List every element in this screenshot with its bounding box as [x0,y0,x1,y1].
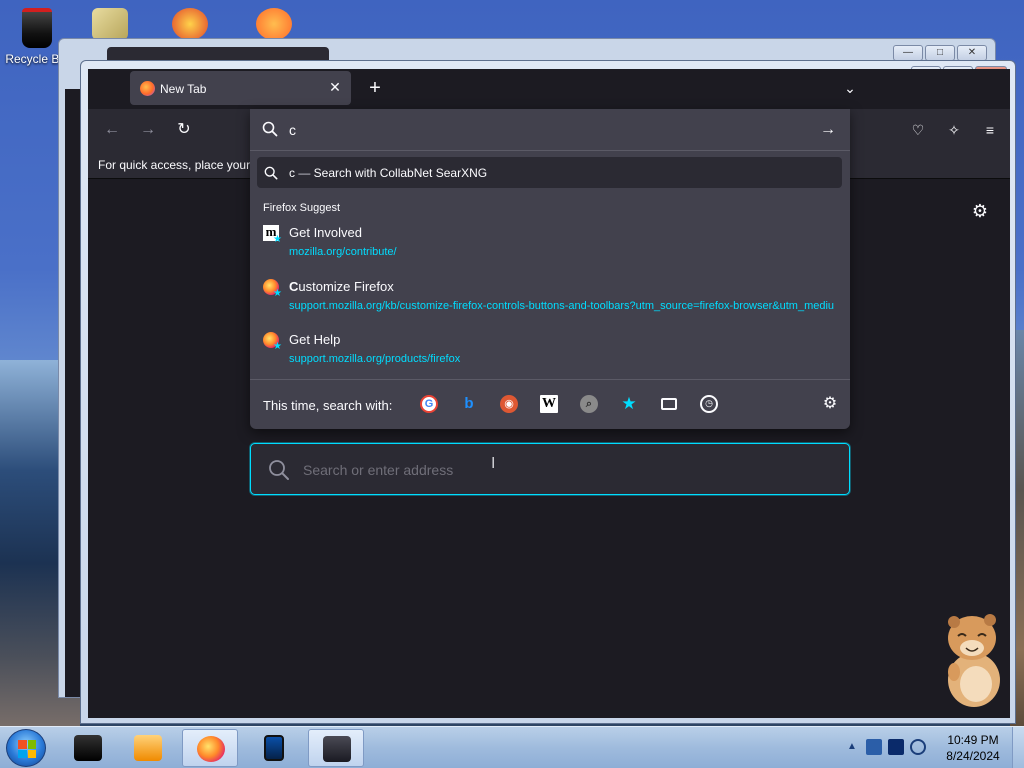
search-icon [264,166,278,180]
tray-network-icon[interactable] [910,739,926,755]
taskbar-app-terminal[interactable] [60,729,116,767]
browser-content: ← → ↻ ♡ ✧ ≡ For quick access, place your… [88,109,1010,718]
taskbar-app-media-player[interactable] [120,729,176,767]
go-arrow-icon[interactable]: → [816,118,840,142]
bookmark-star-icon: ★ [273,288,282,299]
close-button[interactable]: ✕ [957,45,987,61]
extensions-icon[interactable]: ✧ [942,118,966,142]
minimize-button[interactable]: — [893,45,923,61]
urlbar-input[interactable]: c → [250,109,850,151]
text-cursor-icon: I [491,455,496,472]
tabs-icon[interactable] [661,398,677,410]
bing-icon[interactable]: b [460,395,478,413]
search-icon [262,121,278,137]
bookmark-star-icon: ★ [273,234,282,245]
search-icon [269,460,289,480]
suggestion-row[interactable]: ★ Customize Firefox support.mozilla.org/… [257,271,842,321]
suggestion-title: Get Help [289,332,341,347]
google-icon[interactable]: G [420,395,438,413]
hamburger-menu-icon[interactable]: ≡ [978,118,1002,142]
firefox-suggest-label: Firefox Suggest [263,202,341,214]
bookmarks-icon[interactable]: ★ [620,395,638,413]
taskbar-app-device[interactable] [246,729,302,767]
suggestion-url: mozilla.org/contribute/ [289,246,397,258]
taskbar: ▲ 10:49 PM 8/24/2024 [0,726,1024,768]
heuristic-action: Search with CollabNet SearXNG [313,166,488,180]
heuristic-search-result[interactable]: c — Search with CollabNet SearXNG [257,157,842,188]
device-icon [264,735,284,761]
taskbar-app-window[interactable] [308,729,364,767]
tray-monitor-icon[interactable] [888,739,904,755]
clock-date: 8/24/2024 [946,749,1000,763]
list-all-tabs-button[interactable]: ⌄ [838,76,862,100]
hamster-sticker-image [948,614,1000,707]
suggestion-row[interactable]: ★ Get Help support.mozilla.org/products/… [257,324,842,374]
urlbar-typed-value: c [289,122,296,138]
one-off-search-label: This time, search with: [263,398,393,413]
suggestion-url: support.mozilla.org/products/firefox [289,353,461,365]
reload-button[interactable]: ↻ [172,118,196,142]
new-tab-button[interactable]: + [363,76,387,100]
suggestion-title: Customize Firefox [289,279,394,294]
tab-title: New Tab [160,82,207,96]
heuristic-dash: — [295,166,314,180]
suggestion-title: Get Involved [289,225,362,240]
tab-close-icon[interactable]: ✕ [327,79,343,95]
newtab-search-input[interactable]: Search or enter address I [250,443,850,495]
search-settings-gear-icon[interactable]: ⚙ [820,394,840,414]
background-window-controls: — □ ✕ [893,45,987,61]
pocket-icon[interactable]: ♡ [906,118,930,142]
window-app-icon [323,736,351,762]
media-player-icon [134,735,162,761]
show-desktop-button[interactable] [1012,727,1024,768]
desktop-shortcut-icon[interactable] [172,8,208,40]
desktop-shortcut-icon[interactable] [92,8,128,40]
terminal-icon [74,735,102,761]
searxng-icon[interactable]: ⌕ [580,395,598,413]
wikipedia-icon[interactable]: W [540,395,558,413]
one-off-search-bar: This time, search with: G b ◉ W ⌕ ★ ◷ ⚙ [250,379,850,429]
heuristic-result-text: c — Search with CollabNet SearXNG [289,166,487,180]
desktop-shortcut-icon[interactable] [256,8,292,40]
forward-button[interactable]: → [136,118,160,142]
back-button[interactable]: ← [100,118,124,142]
clock-time: 10:49 PM [947,733,999,747]
toolbar-right-tools: ♡ ✧ ≡ [906,118,1002,142]
tab-new-tab[interactable]: New Tab ✕ [130,71,351,105]
firefox-icon [197,736,225,762]
start-button[interactable] [6,729,46,767]
system-tray: ▲ [844,739,926,755]
urlbar-results-panel: c → c — Search with CollabNet SearXNG Fi… [250,109,850,429]
taskbar-clock[interactable]: 10:49 PM 8/24/2024 [942,732,1004,764]
recycle-bin-icon [22,8,52,48]
tray-app-icon[interactable] [866,739,882,755]
search-placeholder: Search or enter address [303,462,454,478]
duckduckgo-icon[interactable]: ◉ [500,395,518,413]
newtab-settings-gear-icon[interactable]: ⚙ [969,200,991,222]
suggestion-url: support.mozilla.org/kb/customize-firefox… [289,300,834,312]
history-icon[interactable]: ◷ [700,395,718,413]
tab-strip: New Tab ✕ + ⌄ [88,69,1010,109]
suggestion-row[interactable]: m ★ Get Involved mozilla.org/contribute/ [257,217,842,267]
tray-expand-icon[interactable]: ▲ [844,739,860,755]
firefox-window: — □ ✕ New Tab ✕ + ⌄ ← → ↻ ♡ ✧ ≡ For quic… [80,60,1016,724]
firefox-favicon-icon [140,81,155,96]
taskbar-app-firefox[interactable] [182,729,238,767]
maximize-button[interactable]: □ [925,45,955,61]
windows-logo-icon [18,740,36,758]
bookmark-star-icon: ★ [273,341,282,352]
